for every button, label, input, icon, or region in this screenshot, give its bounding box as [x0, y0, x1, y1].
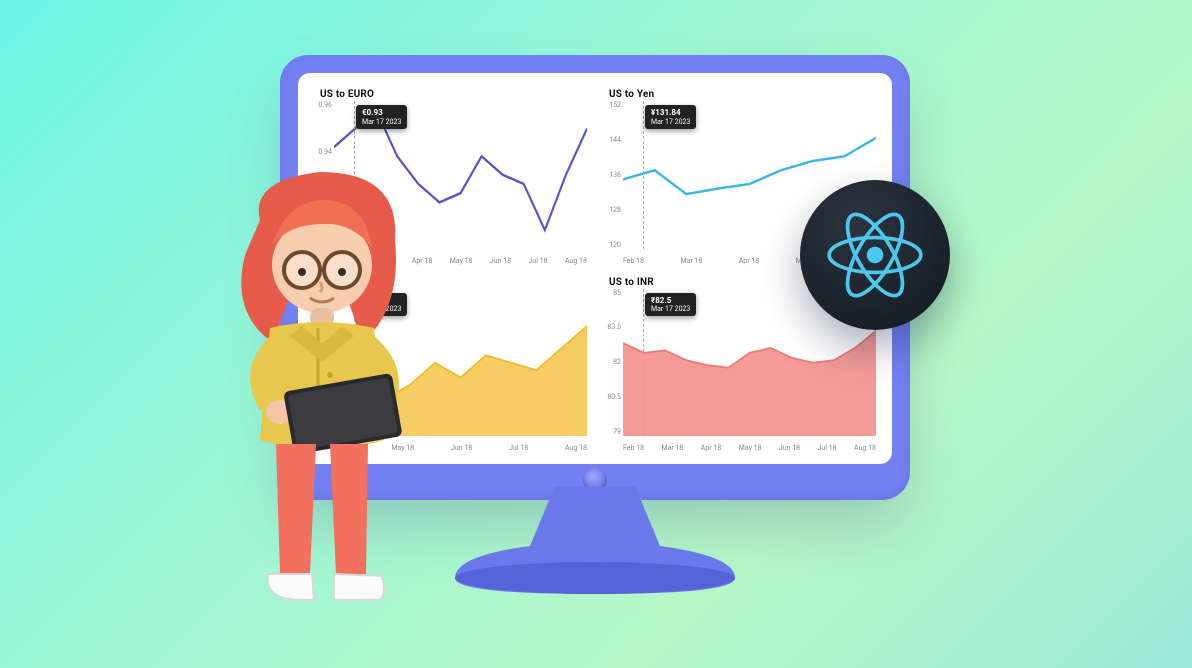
x-tick: May 18 [739, 444, 762, 452]
y-tick: 136 [609, 171, 621, 179]
react-icon [820, 200, 930, 310]
x-tick: Apr 18 [739, 257, 759, 265]
x-tick: Aug 18 [854, 444, 876, 452]
y-tick: 0.96 [318, 101, 332, 109]
x-tick: Jun 18 [779, 444, 800, 452]
crosshair-line [643, 289, 644, 437]
x-axis: Feb 18 Mar 18 Apr 18 May 18 Jun 18 Jul 18 Aug … [623, 444, 876, 452]
x-tick: Jul 18 [509, 444, 528, 452]
x-tick: Apr 18 [701, 444, 721, 452]
y-tick: 85 [613, 289, 621, 297]
chart-tooltip: ₹82.5Mar 17 2023 [645, 293, 696, 317]
chart-title: US to Yen [609, 89, 878, 100]
y-tick: 144 [609, 136, 621, 144]
chart-tooltip: €0.93Mar 17 2023 [356, 105, 407, 129]
tooltip-value: €0.93 [362, 108, 401, 118]
x-tick: Aug 18 [565, 444, 587, 452]
x-tick: Feb 18 [623, 444, 644, 452]
x-tick: May 18 [450, 257, 473, 265]
y-tick: 80.5 [607, 393, 621, 401]
x-tick: Jun 18 [490, 257, 511, 265]
y-tick: 82 [613, 358, 621, 366]
y-tick: 79 [613, 428, 621, 436]
chart-title: US to EURO [320, 89, 589, 100]
tooltip-date: Mar 17 2023 [362, 118, 401, 126]
tooltip-value: ¥131.84 [651, 108, 690, 118]
x-tick: Aug 18 [565, 257, 587, 265]
x-tick: Jul 18 [529, 257, 548, 265]
tooltip-date: Mar 17 2023 [651, 305, 690, 313]
y-axis: 85 83.5 82 80.5 79 [597, 289, 621, 437]
x-tick: Mar 18 [680, 257, 702, 265]
x-tick: Jun 18 [451, 444, 472, 452]
y-tick: 0.94 [318, 148, 332, 156]
x-tick: Jul 18 [818, 444, 837, 452]
y-tick: 83.5 [607, 323, 621, 331]
chart-tooltip: ¥131.84Mar 17 2023 [645, 105, 696, 129]
tooltip-date: Mar 17 2023 [651, 118, 690, 126]
y-axis: 152 144 136 128 120 [597, 101, 621, 249]
character-with-tablet [190, 160, 450, 620]
y-tick: 128 [609, 206, 621, 214]
monitor-stand [405, 486, 785, 596]
y-tick: 152 [609, 101, 621, 109]
y-tick: 120 [609, 241, 621, 249]
react-logo-badge: React [800, 180, 950, 330]
x-tick: Feb 18 [623, 257, 644, 265]
crosshair-line [643, 101, 644, 249]
tooltip-value: ₹82.5 [651, 296, 690, 306]
x-tick: Mar 18 [661, 444, 683, 452]
